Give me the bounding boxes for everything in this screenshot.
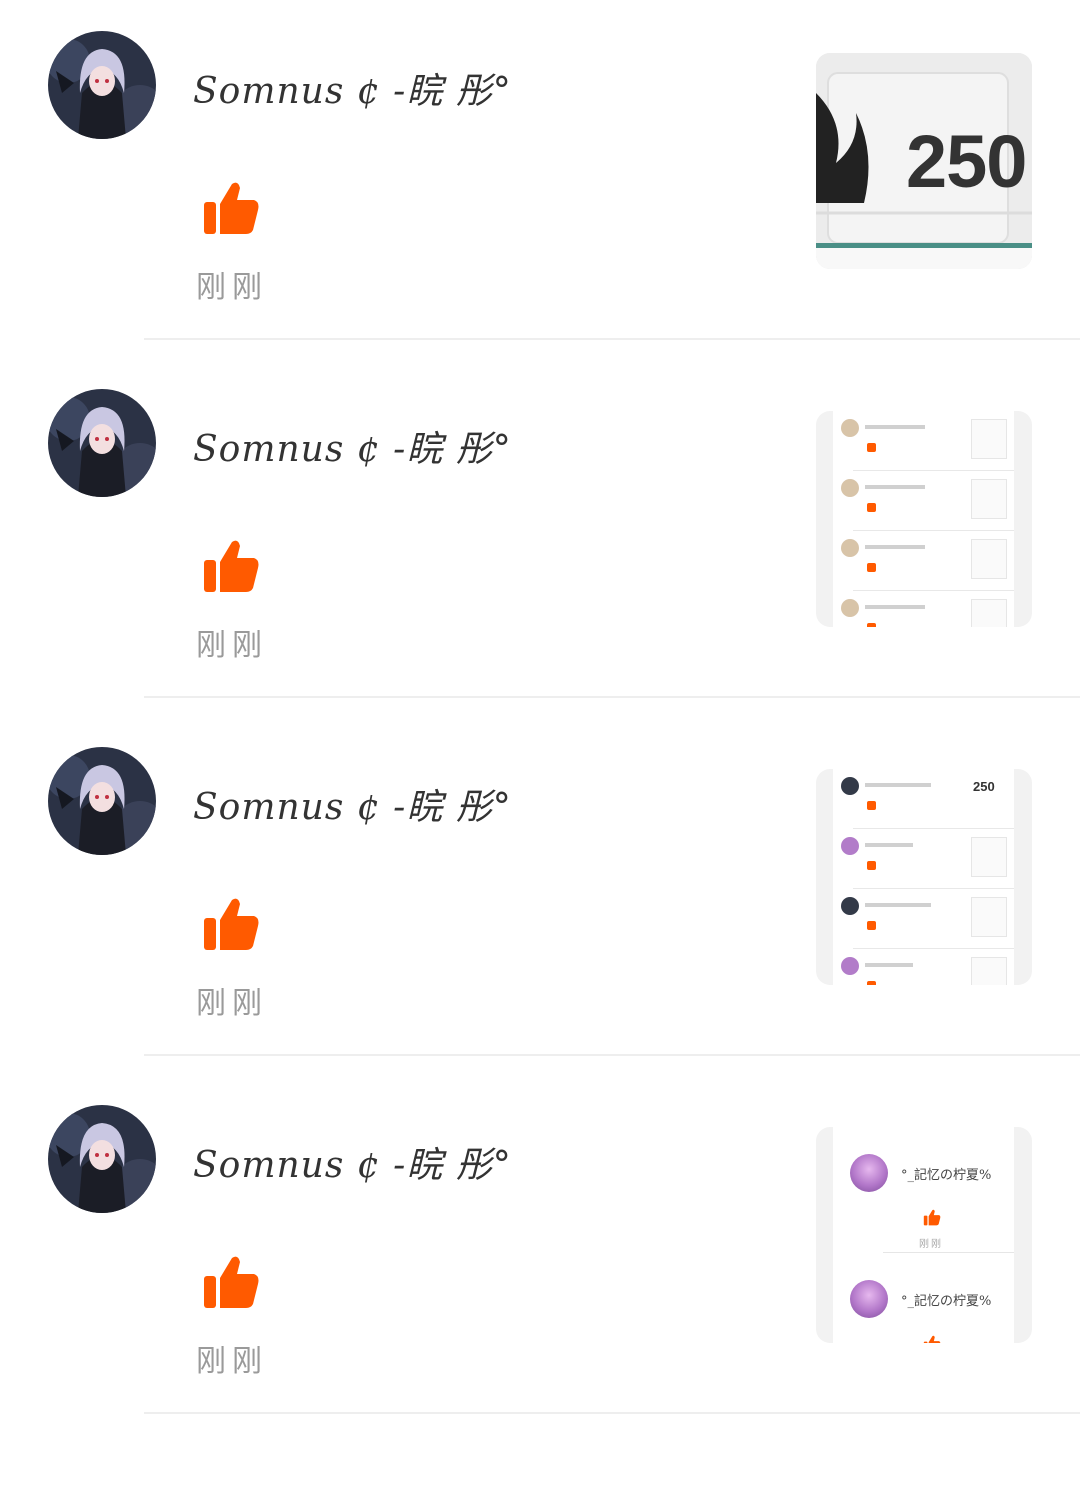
preview-row: °_記忆の柠夏% <box>833 1253 1014 1343</box>
preview-row <box>833 829 1014 889</box>
divider <box>144 1054 1080 1056</box>
preview-row <box>833 471 1014 531</box>
avatar[interactable] <box>48 389 156 497</box>
thumbs-up-icon <box>204 182 259 234</box>
thumbs-up-icon <box>204 898 259 950</box>
notification-item[interactable]: Somnus ¢ -睆 彤° 刚刚 <box>0 358 1080 716</box>
preview-username: °_記忆の柠夏% <box>901 1168 992 1183</box>
badge-value: 250 <box>973 779 995 794</box>
username[interactable]: Somnus ¢ -睆 彤° <box>193 778 512 830</box>
thumbs-up-icon <box>867 921 876 930</box>
thumbs-up-icon <box>867 801 876 810</box>
avatar <box>841 777 859 795</box>
timestamp: 刚刚 <box>196 1344 268 1379</box>
divider <box>144 1412 1080 1414</box>
preview-row: °_記忆の柠夏% 刚刚 <box>833 1127 1014 1253</box>
preview-row: 250 <box>833 769 1014 829</box>
thumbs-up-icon <box>867 563 876 572</box>
preview-image <box>971 419 1007 459</box>
avatar <box>841 479 859 497</box>
avatar <box>841 957 859 975</box>
post-thumbnail[interactable] <box>816 411 1032 627</box>
thumbs-up-icon <box>204 540 259 592</box>
avatar <box>841 419 859 437</box>
preview-row <box>833 411 1014 471</box>
avatar <box>850 1154 888 1192</box>
preview-image <box>971 539 1007 579</box>
username[interactable]: Somnus ¢ -睆 彤° <box>193 62 512 114</box>
avatar <box>850 1280 888 1318</box>
thumbs-up-icon <box>867 861 876 870</box>
avatar[interactable] <box>48 1105 156 1213</box>
avatar[interactable] <box>48 31 156 139</box>
notification-item[interactable]: Somnus ¢ -睆 彤° 刚刚 °_記忆の柠夏% 刚刚 °_記忆の柠夏% <box>0 1074 1080 1432</box>
timestamp: 刚刚 <box>196 628 268 663</box>
avatar <box>841 539 859 557</box>
preview-timestamp: 刚刚 <box>919 1239 943 1250</box>
preview-image <box>971 479 1007 519</box>
preview-row <box>833 889 1014 949</box>
username[interactable]: Somnus ¢ -睆 彤° <box>193 420 512 472</box>
thumbs-up-icon <box>923 1335 941 1343</box>
preview-image <box>971 897 1007 937</box>
post-thumbnail[interactable]: °_記忆の柠夏% 刚刚 °_記忆の柠夏% <box>816 1127 1032 1343</box>
preview-row <box>833 591 1014 627</box>
avatar <box>841 599 859 617</box>
divider <box>144 338 1080 340</box>
avatar <box>841 837 859 855</box>
thumbs-up-icon <box>867 623 876 627</box>
notification-item[interactable]: Somnus ¢ -睆 彤° 刚刚 250 <box>0 716 1080 1074</box>
notification-item[interactable]: Somnus ¢ -睆 彤° 刚刚 250 <box>0 0 1080 358</box>
thumbs-up-icon <box>867 981 876 985</box>
preview-image <box>971 957 1007 985</box>
screenshot-preview: 250 <box>833 769 1014 985</box>
timestamp: 刚刚 <box>196 270 268 305</box>
preview-image <box>971 599 1007 627</box>
timestamp: 刚刚 <box>196 986 268 1021</box>
thumbs-up-icon <box>867 443 876 452</box>
divider <box>144 696 1080 698</box>
preview-row <box>833 949 1014 985</box>
preview-row <box>833 531 1014 591</box>
badge-value: 250 <box>906 120 1027 203</box>
username[interactable]: Somnus ¢ -睆 彤° <box>193 1136 512 1188</box>
thumbs-up-icon <box>204 1256 259 1308</box>
thumbs-up-icon <box>867 503 876 512</box>
preview-username: °_記忆の柠夏% <box>901 1294 992 1309</box>
post-thumbnail[interactable]: 250 <box>816 53 1032 269</box>
preview-image <box>971 837 1007 877</box>
avatar <box>841 897 859 915</box>
avatar[interactable] <box>48 747 156 855</box>
thumbs-up-icon <box>923 1209 941 1226</box>
screenshot-preview <box>833 411 1014 627</box>
screenshot-preview: °_記忆の柠夏% 刚刚 °_記忆の柠夏% <box>833 1127 1014 1343</box>
post-thumbnail[interactable]: 250 <box>816 769 1032 985</box>
